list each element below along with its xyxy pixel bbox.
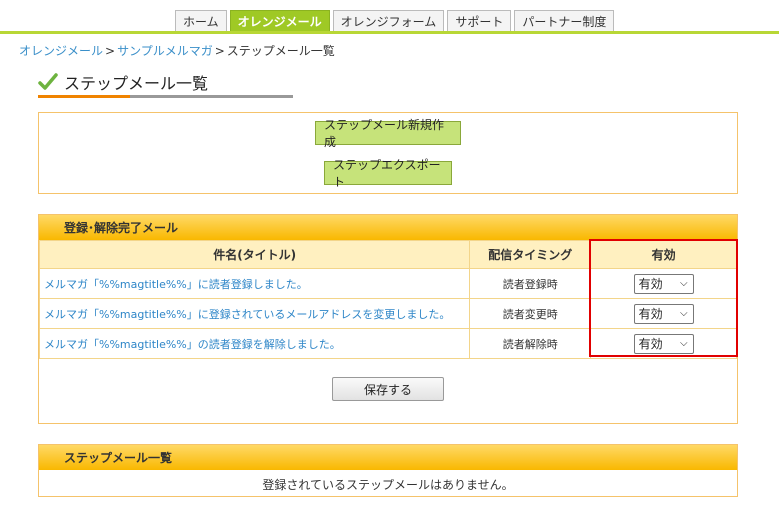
tab-support[interactable]: サポート: [447, 10, 512, 32]
action-panel: ステップメール新規作成 ステップエクスポート: [38, 112, 738, 194]
tab-orange-form[interactable]: オレンジフォーム: [332, 10, 445, 32]
new-step-mail-button[interactable]: ステップメール新規作成: [315, 118, 461, 149]
table-row: メルマガ「%%magtitle%%」に読者登録しました。 読者登録時 有効 ⌵: [38, 268, 737, 299]
column-header-enabled: 有効: [590, 240, 737, 269]
completion-mail-section: 登録･解除完了メール 件名(タイトル) 配信タイミング 有効 メルマガ「%%ma…: [38, 214, 738, 424]
empty-message: 登録されているステップメールはありません。: [262, 477, 514, 492]
enabled-cell: 有効 ⌵: [590, 268, 737, 299]
mail-title-link[interactable]: メルマガ「%%magtitle%%」の読者登録を解除しました。: [38, 328, 471, 359]
tab-home[interactable]: ホーム: [175, 10, 227, 32]
delivery-timing: 読者解除時: [469, 328, 592, 359]
enabled-cell: 有効 ⌵: [590, 298, 737, 329]
tab-partner[interactable]: パートナー制度: [514, 10, 615, 32]
delivery-timing: 読者変更時: [469, 298, 592, 329]
enabled-cell: 有効 ⌵: [590, 328, 737, 359]
breadcrumb-link-sample-magazine[interactable]: サンプルメルマガ: [117, 44, 213, 58]
column-header-title: 件名(タイトル): [38, 240, 471, 269]
step-mail-list-section: ステップメール一覧 登録されているステップメールはありません。: [38, 444, 738, 497]
breadcrumb-current: ステップメール一覧: [226, 44, 335, 58]
delivery-timing: 読者登録時: [469, 268, 592, 299]
breadcrumb: オレンジメール > サンプルメルマガ > ステップメール一覧: [19, 42, 335, 59]
page-title-block: ステップメール一覧: [38, 70, 293, 98]
column-header-timing: 配信タイミング: [469, 240, 592, 269]
save-button[interactable]: 保存する: [332, 377, 444, 401]
breadcrumb-separator: >: [214, 44, 225, 58]
table-row: メルマガ「%%magtitle%%」の読者登録を解除しました。 読者解除時 有効…: [38, 328, 737, 359]
table-header-row: 件名(タイトル) 配信タイミング 有効: [38, 240, 737, 269]
table-row: メルマガ「%%magtitle%%」に登録されているメールアドレスを変更しました…: [38, 298, 737, 329]
mail-title-link[interactable]: メルマガ「%%magtitle%%」に読者登録しました。: [38, 268, 471, 299]
page-title: ステップメール一覧: [64, 74, 209, 93]
completion-mail-table: 件名(タイトル) 配信タイミング 有効 メルマガ「%%magtitle%%」に読…: [38, 240, 737, 359]
section-header: 登録･解除完了メール: [39, 215, 737, 240]
enabled-select[interactable]: 有効 ⌵: [633, 303, 694, 324]
chevron-down-icon: ⌵: [679, 308, 688, 319]
nav-divider: [0, 31, 779, 34]
check-icon: [38, 73, 58, 91]
step-export-button[interactable]: ステップエクスポート: [324, 158, 452, 189]
breadcrumb-separator: >: [105, 44, 116, 58]
mail-title-link[interactable]: メルマガ「%%magtitle%%」に登録されているメールアドレスを変更しました…: [38, 298, 471, 329]
section-header: ステップメール一覧: [39, 445, 737, 470]
chevron-down-icon: ⌵: [679, 278, 688, 289]
top-nav: ホーム オレンジメール オレンジフォーム サポート パートナー制度: [175, 10, 615, 32]
title-underline: [38, 95, 293, 98]
enabled-select[interactable]: 有効 ⌵: [633, 273, 694, 294]
enabled-select[interactable]: 有効 ⌵: [633, 333, 694, 354]
breadcrumb-link-orange-mail[interactable]: オレンジメール: [19, 44, 103, 58]
tab-orange-mail[interactable]: オレンジメール: [229, 10, 330, 32]
chevron-down-icon: ⌵: [679, 338, 688, 349]
